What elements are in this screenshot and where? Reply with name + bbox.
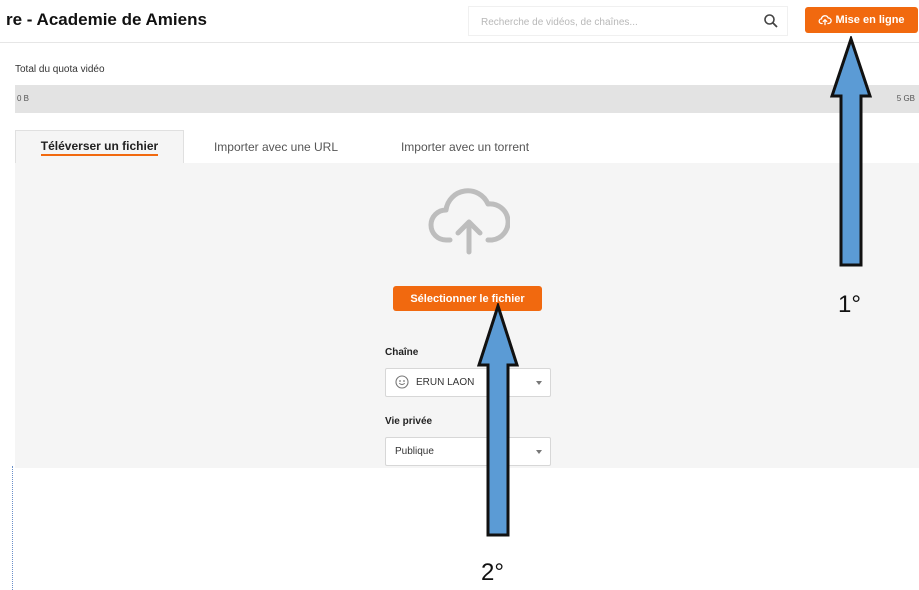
quota-max-label: 5 GB [896, 94, 915, 103]
tab-upload-file-label: Téléverser un fichier [40, 139, 159, 156]
channel-value: ERUN LAON [416, 377, 475, 388]
search-input[interactable] [479, 11, 753, 33]
top-header: re - Academie de Amiens Mise en ligne [0, 0, 919, 43]
cloud-upload-icon [428, 188, 510, 255]
step-2-label: 2° [481, 559, 504, 586]
tab-import-torrent-label: Importer avec un torrent [400, 139, 530, 154]
search-icon[interactable] [763, 13, 779, 29]
step-1-label: 1° [838, 291, 861, 318]
quota-label: Total du quota vidéo [15, 64, 105, 75]
upload-button-label: Mise en ligne [835, 14, 905, 26]
privacy-label: Vie privée [385, 416, 433, 427]
channel-label: Chaîne [385, 347, 419, 358]
site-title: re - Academie de Amiens [6, 10, 207, 29]
cloud-upload-icon [818, 15, 833, 26]
chevron-down-icon [536, 381, 542, 385]
privacy-select[interactable]: Publique [385, 437, 551, 466]
tab-import-url[interactable]: Importer avec une URL [210, 130, 342, 163]
channel-select[interactable]: ERUN LAON [385, 368, 551, 397]
dotted-divider [12, 466, 13, 590]
upload-button[interactable]: Mise en ligne [805, 7, 918, 33]
upload-tabs: Téléverser un fichier Importer avec une … [0, 130, 919, 164]
tab-import-url-label: Importer avec une URL [213, 139, 339, 154]
smiley-avatar-icon [395, 375, 409, 389]
search-box[interactable] [468, 6, 788, 36]
quota-progress-bar: 0 B 5 GB [15, 85, 919, 113]
annotation-arrow-2 [476, 303, 520, 537]
annotation-arrow-1 [829, 36, 873, 267]
tab-import-torrent[interactable]: Importer avec un torrent [393, 130, 537, 163]
quota-min-label: 0 B [17, 94, 30, 103]
tab-upload-file[interactable]: Téléverser un fichier [15, 130, 184, 164]
chevron-down-icon [536, 450, 542, 454]
privacy-value: Publique [395, 446, 434, 457]
